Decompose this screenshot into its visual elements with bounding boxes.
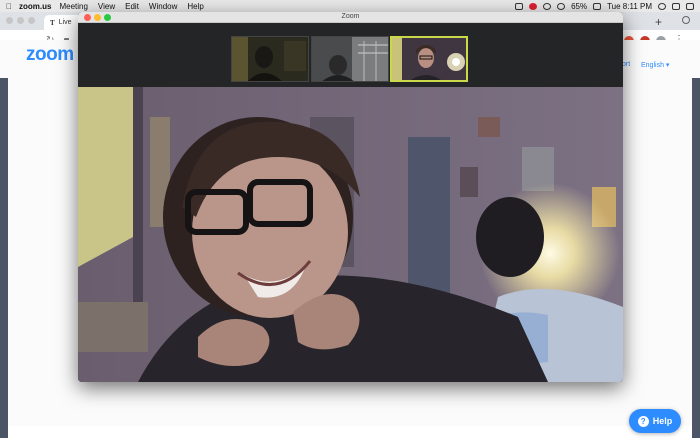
- participant-video-2: [312, 37, 388, 81]
- tab-title: Live: [58, 19, 72, 26]
- recording-icon[interactable]: [529, 2, 538, 10]
- zoom-logo[interactable]: zoom: [26, 44, 74, 66]
- active-speaker-feed: [78, 87, 623, 382]
- nav-support-link[interactable]: ort: [622, 61, 630, 68]
- zoom-window-title: Zoom: [341, 13, 360, 20]
- zoom-window-button[interactable]: [28, 17, 35, 24]
- clock[interactable]: Tue 8:11 PM: [607, 2, 652, 11]
- close-window-button[interactable]: [6, 17, 13, 24]
- participant-video-1: [232, 37, 308, 81]
- participant-thumbnail-1[interactable]: [231, 36, 309, 82]
- active-speaker-video: [78, 87, 623, 382]
- menu-meeting[interactable]: Meeting: [59, 2, 87, 11]
- new-tab-button[interactable]: +: [655, 15, 662, 29]
- participant-video-3: [392, 38, 466, 80]
- desktop-background-left: [0, 78, 8, 438]
- menu-edit[interactable]: Edit: [125, 2, 139, 11]
- battery-icon[interactable]: [593, 2, 602, 10]
- siri-icon[interactable]: [672, 2, 680, 10]
- sync-icon[interactable]: [543, 2, 552, 10]
- macos-menu-bar:  zoom.us Meeting View Edit Window Help …: [0, 0, 700, 12]
- search-icon[interactable]: [658, 2, 666, 10]
- wifi-icon[interactable]: [557, 2, 566, 10]
- menu-app-name[interactable]: zoom.us: [19, 2, 51, 11]
- participant-thumbnail-3-active-speaker[interactable]: [390, 36, 468, 82]
- tab-favicon: T: [50, 18, 55, 27]
- notification-center-icon[interactable]: [686, 2, 694, 10]
- apple-icon[interactable]: : [6, 2, 12, 11]
- zoom-meeting-window: Zoom: [78, 12, 623, 382]
- desktop-background-right: [692, 78, 700, 438]
- question-icon: ?: [637, 415, 649, 427]
- menu-help[interactable]: Help: [187, 2, 203, 11]
- help-label: Help: [652, 416, 673, 426]
- participant-strip: [78, 23, 623, 87]
- zoom-title-bar: Zoom: [78, 12, 623, 23]
- screen-icon[interactable]: [515, 2, 524, 10]
- menu-view[interactable]: View: [98, 2, 115, 11]
- minimize-window-button[interactable]: [17, 17, 24, 24]
- participant-thumbnail-2[interactable]: [311, 36, 389, 82]
- menu-extras: 65% Tue 8:11 PM: [515, 0, 694, 12]
- help-button[interactable]: ? Help: [629, 409, 681, 433]
- language-label: English: [641, 62, 664, 69]
- battery-percent: 65%: [571, 1, 588, 11]
- menu-window[interactable]: Window: [149, 2, 177, 11]
- language-selector[interactable]: English ▾: [641, 61, 669, 69]
- profile-icon[interactable]: [682, 16, 690, 24]
